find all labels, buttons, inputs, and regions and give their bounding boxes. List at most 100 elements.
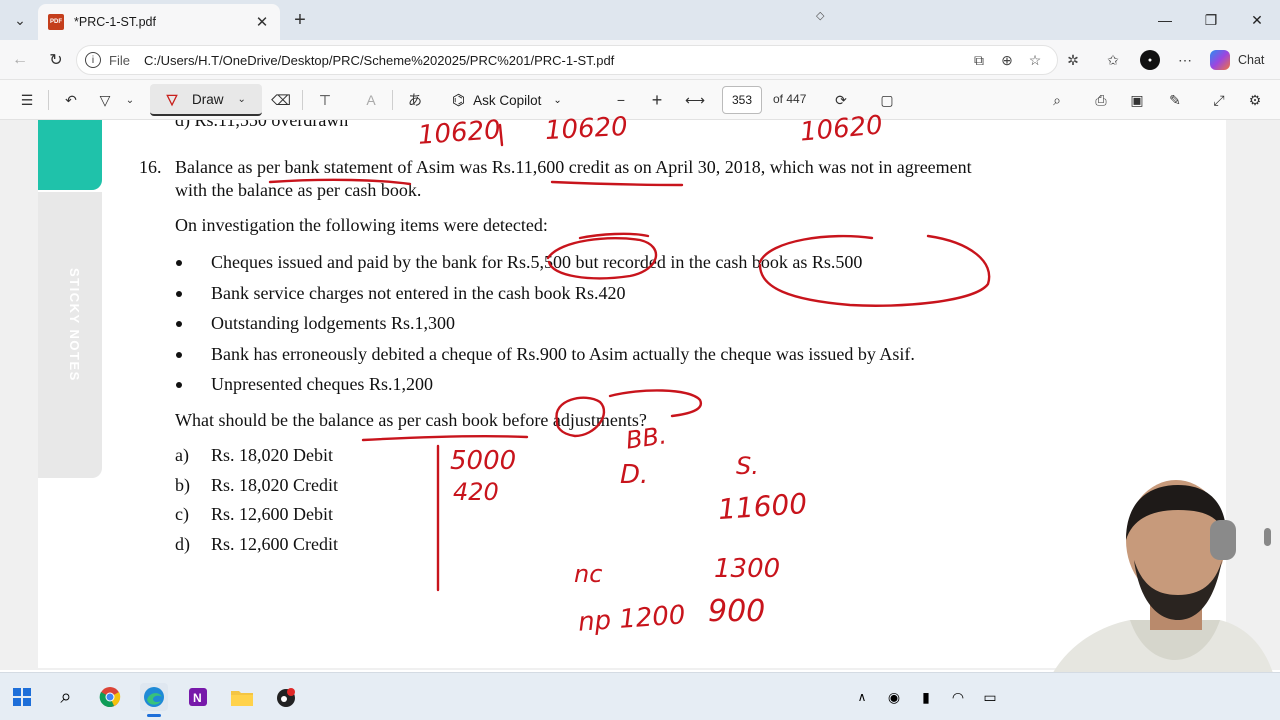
microphone-icon[interactable]: ▮ (912, 683, 940, 711)
browser-tab[interactable]: PDF *PRC-1-ST.pdf ✕ (38, 4, 280, 40)
copilot-chat-button[interactable]: Chat (1210, 48, 1264, 72)
previous-option: d) Rs.11,550 overdrawn (175, 120, 349, 130)
fullscreen-icon[interactable]: ⤢ (1208, 88, 1230, 112)
handwritten-figure: 420 (453, 478, 499, 506)
save-as-icon[interactable]: ✎ (1164, 88, 1186, 112)
info-icon[interactable]: i (85, 52, 101, 68)
ask-copilot-chevron-icon: ⌄ (553, 94, 562, 106)
network-icon[interactable]: ◠ (944, 683, 972, 711)
question-line-2: with the balance as per cash book. (175, 180, 422, 200)
close-tab-icon[interactable]: ✕ (250, 10, 274, 34)
handwritten-figure: nc (574, 560, 603, 588)
chrome-icon[interactable] (96, 683, 124, 711)
list-item: Bank has erroneously debited a cheque of… (211, 344, 915, 364)
app-icon[interactable] (272, 683, 300, 711)
text-size-icon[interactable]: A (360, 88, 382, 112)
tray-app-icon[interactable]: ◉ (880, 683, 908, 711)
option-letter: b) (175, 475, 190, 495)
highlight-icon[interactable]: ▽ (94, 88, 116, 112)
handwritten-figure: 10620 (544, 111, 629, 147)
onenote-icon[interactable]: N (184, 683, 212, 711)
bullet (176, 352, 182, 358)
contents-icon[interactable]: ☰ (16, 88, 38, 112)
search-taskbar-icon[interactable]: ⌕ (52, 683, 80, 711)
read-aloud-icon[interactable]: ⧉ (970, 51, 988, 69)
favorite-star-icon[interactable]: ☆ (1026, 51, 1044, 69)
svg-text:N: N (193, 691, 202, 705)
zoom-out-icon[interactable]: − (610, 88, 632, 112)
save-icon[interactable]: ▣ (1126, 88, 1148, 112)
active-indicator (147, 714, 161, 717)
more-icon[interactable]: ⋯ (1176, 51, 1194, 69)
handwritten-figure: 1300 (714, 554, 781, 584)
page-view-icon[interactable]: ▢ (876, 88, 898, 112)
pdf-file-icon: PDF (48, 14, 64, 30)
draw-button[interactable]: ▽ Draw ⌄ (150, 84, 262, 116)
fit-width-icon[interactable]: ⟷ (684, 88, 706, 112)
bullet (176, 291, 182, 297)
sparkle-icon: ◇ (816, 10, 825, 22)
refresh-icon[interactable]: ↻ (44, 48, 68, 72)
zoom-icon[interactable]: ⊕ (998, 51, 1016, 69)
undo-icon[interactable]: ↶ (60, 88, 82, 112)
handwritten-figure: 10620 (417, 115, 502, 151)
profile-avatar[interactable]: ● (1140, 50, 1160, 70)
edge-icon[interactable] (140, 683, 168, 717)
back-icon[interactable]: ← (8, 48, 32, 72)
option-text: Rs. 18,020 Debit (211, 445, 334, 465)
copilot-small-icon: ⌬ (452, 92, 466, 109)
ask-copilot-label: Ask Copilot (473, 92, 542, 108)
favorites-icon[interactable]: ✩ (1104, 51, 1122, 69)
tray-chevron-icon[interactable]: ∧ (848, 683, 876, 711)
page-number-input[interactable]: 353 (722, 86, 762, 114)
question-line-1: Balance as per bank statement of Asim wa… (175, 157, 972, 177)
tab-bar: ⌄ PDF *PRC-1-ST.pdf ✕ + ◇ — ❐ ✕ (0, 0, 1280, 40)
handwritten-figure: BB. (624, 421, 669, 455)
extensions-icon[interactable]: ✲ (1064, 51, 1082, 69)
question-number: 16. (139, 157, 162, 177)
option-letter: c) (175, 504, 189, 524)
bullet (176, 321, 182, 327)
sticky-notes-tab[interactable] (38, 120, 102, 190)
list-item: Outstanding lodgements Rs.1,300 (211, 313, 455, 333)
draw-label: Draw (192, 91, 224, 107)
option-letter: d) (175, 534, 190, 554)
handwritten-figure: 5000 (450, 446, 517, 476)
sticky-notes-label: STICKY NOTES (67, 268, 82, 382)
draw-chevron-icon[interactable]: ⌄ (238, 94, 246, 105)
print-icon[interactable]: ⎙ (1090, 88, 1112, 112)
settings-gear-icon[interactable]: ⚙ (1244, 88, 1266, 112)
ask-copilot-button[interactable]: ⌬ Ask Copilot ⌄ (452, 88, 562, 112)
list-item: Cheques issued and paid by the bank for … (211, 252, 863, 272)
new-tab-icon[interactable]: + (288, 8, 312, 32)
minimize-icon[interactable]: — (1142, 6, 1188, 34)
rotate-icon[interactable]: ⟳ (830, 88, 852, 112)
file-explorer-icon[interactable] (228, 683, 256, 711)
question-prompt: What should be the balance as per cash b… (175, 410, 647, 430)
option-text: Rs. 18,020 Credit (211, 475, 339, 495)
tab-title: *PRC-1-ST.pdf (74, 15, 156, 29)
address-bar[interactable]: i File C:/Users/H.T/OneDrive/Desktop/PRC… (76, 45, 1058, 75)
translate-icon[interactable]: あ (404, 88, 426, 112)
taskbar: ⌕ N ∧ ◉ ▮ ◠ ▭ (0, 672, 1280, 720)
windows-start-icon[interactable] (8, 683, 36, 711)
url-scheme: File (109, 52, 130, 68)
handwritten-figure: S. (736, 452, 759, 480)
pen-icon: ▽ (166, 90, 178, 107)
eraser-icon[interactable]: ⌫ (270, 88, 292, 112)
page-total: of 447 (773, 92, 807, 106)
display-icon[interactable]: ▭ (976, 683, 1004, 711)
search-icon[interactable]: ⌕ (1046, 88, 1068, 112)
option-text: Rs. 12,600 Debit (211, 504, 334, 524)
zoom-in-icon[interactable]: + (646, 88, 668, 112)
text-box-icon[interactable]: ⊤ (314, 88, 336, 112)
url-text[interactable]: C:/Users/H.T/OneDrive/Desktop/PRC/Scheme… (144, 53, 614, 68)
bullet (176, 260, 182, 266)
highlight-chevron-icon[interactable]: ⌄ (122, 88, 138, 112)
handwritten-figure: 900 (708, 594, 766, 629)
copilot-icon (1210, 50, 1230, 70)
restore-icon[interactable]: ❐ (1188, 6, 1234, 34)
close-window-icon[interactable]: ✕ (1234, 6, 1280, 34)
handwritten-figure: 11600 (716, 486, 809, 527)
tab-actions-chevron-icon[interactable]: ⌄ (8, 8, 32, 32)
